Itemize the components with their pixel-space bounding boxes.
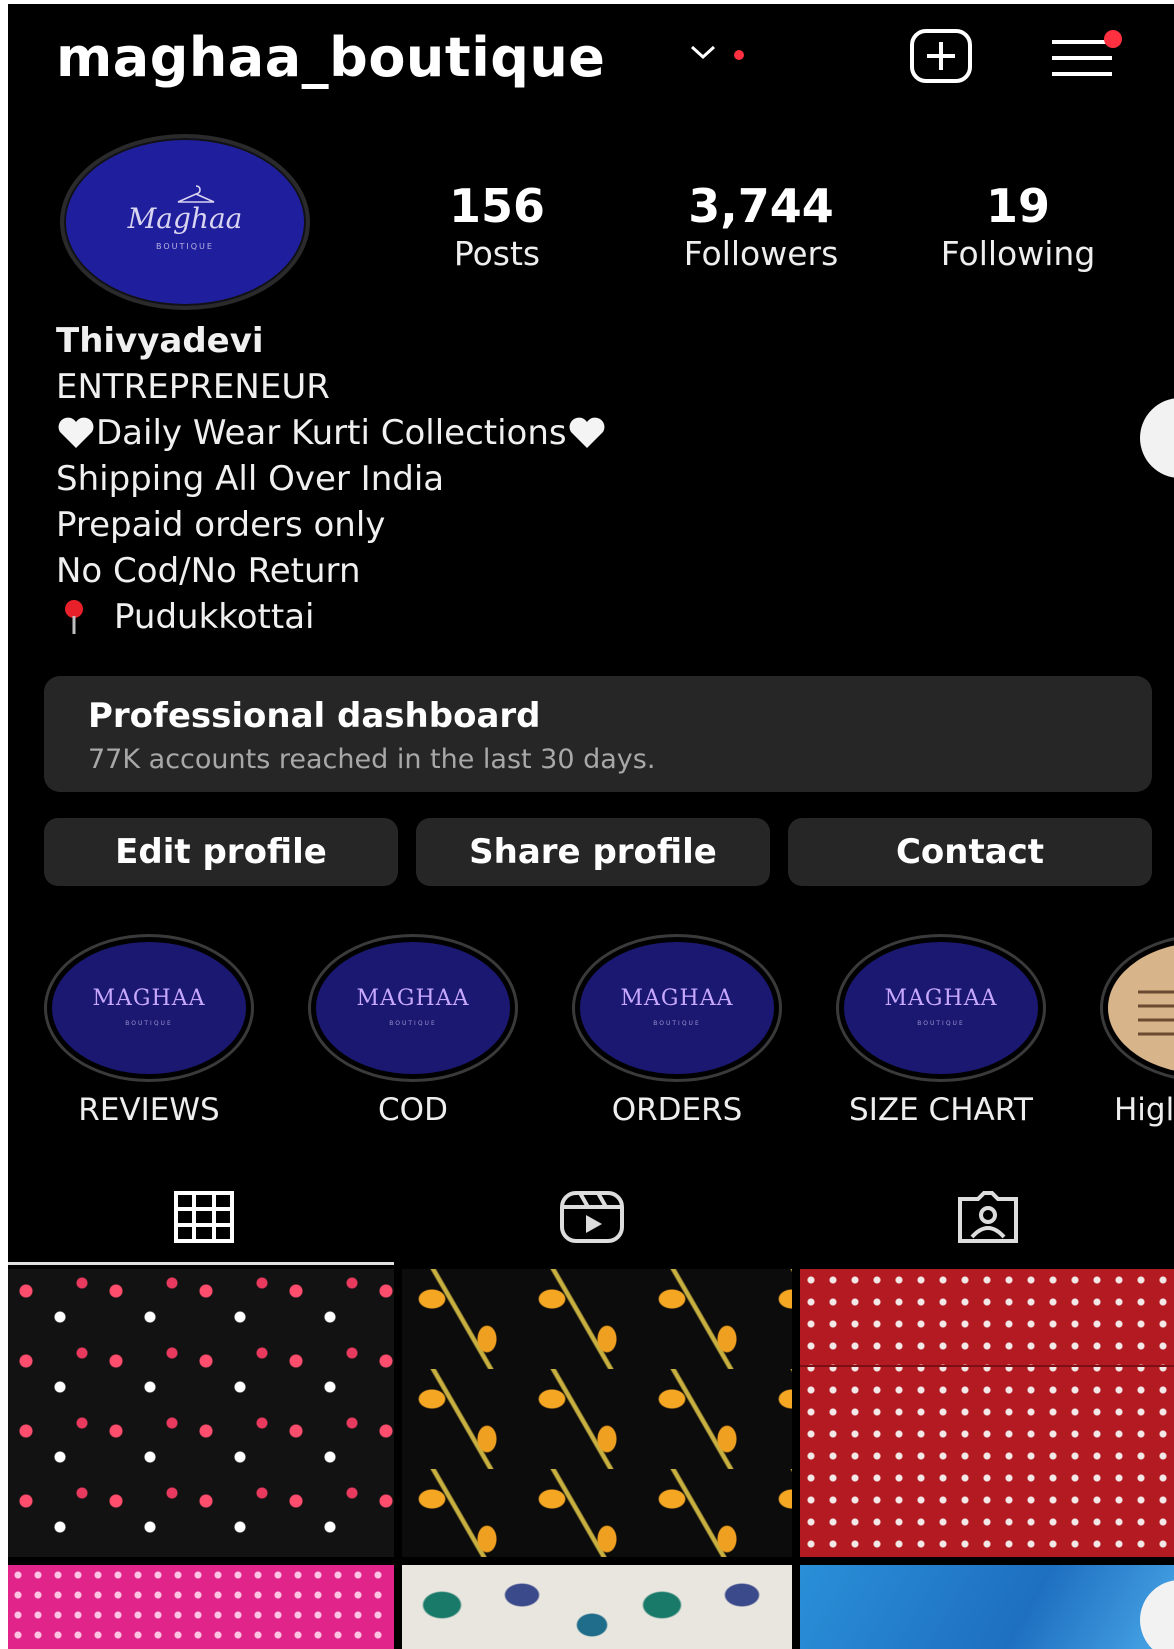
post-thumbnail[interactable]	[800, 1565, 1174, 1649]
followers-count[interactable]: 3,744 Followers	[646, 180, 876, 276]
profile-avatar[interactable]: Maghaa BOUTIQUE	[60, 134, 310, 310]
highlight-cover: MAGHAA BOUTIQUE	[316, 942, 510, 1074]
avatar-logo-subtext: BOUTIQUE	[156, 242, 214, 251]
notification-dot	[734, 50, 744, 60]
white-heart-icon	[569, 417, 605, 448]
post-thumbnail[interactable]	[8, 1269, 394, 1557]
account-username[interactable]: maghaa_boutique	[56, 26, 605, 89]
bio-line-prepaid: Prepaid orders only	[56, 505, 386, 545]
bio-line-policy: No Cod/No Return	[56, 551, 361, 591]
highlight-brand-sub: BOUTIQUE	[125, 1020, 173, 1027]
reels-icon[interactable]	[558, 1189, 626, 1245]
posts-count[interactable]: 156 Posts	[422, 180, 572, 276]
chevron-down-icon[interactable]	[688, 42, 718, 62]
posts-value: 156	[448, 179, 546, 233]
post-thumbnail[interactable]	[8, 1565, 394, 1649]
location-pin-icon	[65, 600, 83, 634]
fabric-fold	[800, 1365, 1174, 1367]
posts-label: Posts	[453, 234, 541, 273]
profile-bio: Thivyadevi ENTREPRENEUR Daily Wear Kurti…	[56, 318, 607, 640]
bio-line-location: Pudukkottai	[56, 594, 607, 640]
profile-category: ENTREPRENEUR	[56, 367, 330, 407]
display-name: Thivyadevi	[56, 321, 264, 361]
highlight-brand-sub: BOUTIQUE	[653, 1020, 701, 1027]
highlight-label: SIZE CHART	[849, 1092, 1033, 1128]
highlight-label: Higl	[1114, 1092, 1174, 1128]
highlight-brand-sub: BOUTIQUE	[917, 1020, 965, 1027]
following-count[interactable]: 19 Following	[908, 180, 1128, 276]
menu-notification-dot	[1104, 30, 1122, 48]
professional-dashboard[interactable]: Professional dashboard 77K accounts reac…	[44, 676, 1152, 792]
share-profile-button[interactable]: Share profile	[416, 818, 770, 886]
white-heart-icon	[58, 417, 94, 448]
location-text: Pudukkottai	[114, 597, 315, 637]
highlight-brand: MAGHAA	[884, 986, 998, 1011]
profile-screen: maghaa_boutique Maghaa BOUTIQUE 156 Post…	[8, 4, 1174, 1649]
highlight-brand: MAGHAA	[92, 986, 206, 1011]
highlight-brand: MAGHAA	[620, 986, 734, 1011]
bio-collections-text: Daily Wear Kurti Collections	[96, 413, 567, 453]
highlight-cover: MAGHAA BOUTIQUE	[580, 942, 774, 1074]
post-thumbnail[interactable]	[800, 1269, 1174, 1557]
active-tab-indicator	[8, 1262, 394, 1265]
dashboard-subtitle: 77K accounts reached in the last 30 days…	[88, 744, 656, 775]
highlight-cover	[1108, 942, 1174, 1074]
avatar-logo-text: Maghaa	[127, 202, 243, 235]
post-thumbnail[interactable]	[402, 1269, 792, 1557]
highlight-label: ORDERS	[611, 1092, 743, 1128]
bio-line-shipping: Shipping All Over India	[56, 459, 445, 499]
create-post-icon[interactable]	[906, 28, 976, 84]
highlight-brand: MAGHAA	[356, 986, 470, 1011]
highlight-label: REVIEWS	[78, 1092, 220, 1128]
post-thumbnail[interactable]	[402, 1565, 792, 1649]
followers-value: 3,744	[688, 179, 834, 233]
followers-label: Followers	[683, 234, 839, 273]
edit-profile-button[interactable]: Edit profile	[44, 818, 398, 886]
grid-icon[interactable]	[170, 1189, 238, 1245]
tagged-icon[interactable]	[954, 1189, 1022, 1245]
text-lines-icon	[1138, 990, 1174, 1036]
dashboard-title: Professional dashboard	[88, 696, 541, 736]
top-bar: maghaa_boutique	[8, 4, 1174, 114]
following-value: 19	[985, 179, 1050, 233]
bio-line-collections: Daily Wear Kurti Collections	[56, 410, 607, 456]
contact-button[interactable]: Contact	[788, 818, 1152, 886]
highlight-cover: MAGHAA BOUTIQUE	[844, 942, 1038, 1074]
highlight-brand-sub: BOUTIQUE	[389, 1020, 437, 1027]
highlight-cover: MAGHAA BOUTIQUE	[52, 942, 246, 1074]
highlight-label: COD	[378, 1092, 448, 1128]
following-label: Following	[940, 234, 1096, 273]
